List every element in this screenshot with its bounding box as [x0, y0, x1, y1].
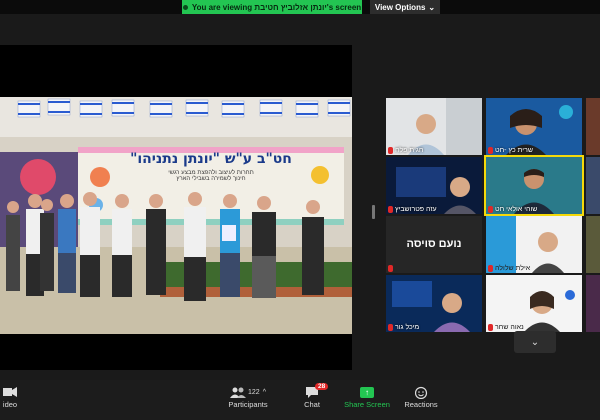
- viewing-screen-text: You are viewing יונתן אזלוביץ חטיבת's sc…: [191, 2, 362, 12]
- viewing-screen-banner: You are viewing יונתן אזלוביץ חטיבת's sc…: [182, 0, 362, 14]
- view-options-button[interactable]: View Options ⌄: [370, 0, 440, 14]
- participant-tile-partial[interactable]: [586, 98, 600, 155]
- participant-tile[interactable]: נאוה שחר: [486, 275, 582, 332]
- participant-name: נאוה שחר: [495, 324, 524, 331]
- chevron-up-icon[interactable]: ^: [263, 389, 266, 396]
- photo-sign-title: חט"ב ע"ש "יונתן נתניהו": [130, 151, 292, 167]
- participant-name: עזה פטרושביץ: [395, 206, 437, 213]
- participants-icon: 122 ^: [224, 384, 272, 400]
- participants-count: 122: [248, 388, 260, 396]
- mic-muted-icon: [488, 324, 493, 331]
- photo-sign: חט"ב ע"ש "יונתן נתניהו" תחרות לעיצוב ולה…: [80, 151, 342, 182]
- meeting-toolbar: ideo 122 ^ Participants 28 Chat ↑ Share …: [0, 380, 600, 420]
- participant-name: מיכל גור: [395, 324, 420, 331]
- reactions-button[interactable]: Reactions: [402, 384, 440, 409]
- participant-name: שרית כץ -חט: [495, 147, 533, 154]
- participant-tile[interactable]: נועם סויסה: [386, 216, 482, 273]
- chat-label: Chat: [304, 400, 320, 409]
- chevron-down-icon: ⌄: [428, 2, 436, 12]
- top-banner: You are viewing יונתן אזלוביץ חטיבת's sc…: [0, 0, 600, 14]
- chat-button[interactable]: 28 Chat: [298, 383, 329, 409]
- mic-muted-icon: [488, 265, 493, 272]
- participant-tile[interactable]: חגית פלח: [386, 98, 482, 155]
- photo-sign-line2: חינוך לשמירה בשבילי הארץ: [176, 176, 246, 182]
- video-button[interactable]: ideo: [0, 384, 20, 409]
- shared-screen-photo: חט"ב ע"ש "יונתן נתניהו" תחרות לעיצוב ולה…: [0, 97, 352, 334]
- participant-tile-partial[interactable]: [586, 275, 600, 332]
- participant-tile[interactable]: שרית כץ -חט: [486, 98, 582, 155]
- participant-tile-active-speaker[interactable]: שוהי אולאי חט: [484, 155, 584, 216]
- school-group-photo: [0, 97, 352, 334]
- participant-tile[interactable]: אילת שלולה: [486, 216, 582, 273]
- mic-muted-icon: [388, 265, 393, 272]
- split-resize-handle[interactable]: [372, 205, 375, 219]
- reactions-label: Reactions: [404, 400, 438, 409]
- participant-name-camera-off: נועם סויסה: [406, 238, 462, 250]
- video-label: ideo: [2, 400, 18, 409]
- participant-tile[interactable]: עזה פטרושביץ: [386, 157, 482, 214]
- participant-tile[interactable]: מיכל גור: [386, 275, 482, 332]
- mic-muted-icon: [388, 147, 393, 154]
- mic-muted-icon: [388, 324, 393, 331]
- smiley-plus-icon: [402, 384, 440, 400]
- gallery-next-page-button[interactable]: ⌄: [514, 331, 556, 353]
- participant-tile-partial[interactable]: [586, 157, 600, 214]
- participants-label: Participants: [228, 400, 268, 409]
- participant-name: שוהי אולאי חט: [495, 206, 538, 213]
- chat-unread-badge: 28: [315, 383, 329, 390]
- chevron-down-icon: ⌄: [530, 336, 540, 348]
- share-screen-label: Share Screen: [344, 400, 390, 409]
- mic-muted-icon: [388, 206, 393, 213]
- share-indicator-icon: [182, 4, 188, 10]
- participant-name: אילת שלולה: [495, 265, 531, 272]
- video-camera-icon: [0, 384, 20, 400]
- mic-muted-icon: [488, 147, 493, 154]
- participant-name: חגית פלח: [395, 147, 424, 154]
- mic-muted-icon: [488, 206, 493, 213]
- participants-button[interactable]: 122 ^ Participants: [224, 384, 272, 409]
- share-screen-button[interactable]: ↑ Share Screen: [344, 384, 390, 409]
- view-options-label: View Options: [374, 2, 426, 12]
- share-screen-icon: ↑: [344, 384, 390, 400]
- participant-tile-partial[interactable]: [586, 216, 600, 273]
